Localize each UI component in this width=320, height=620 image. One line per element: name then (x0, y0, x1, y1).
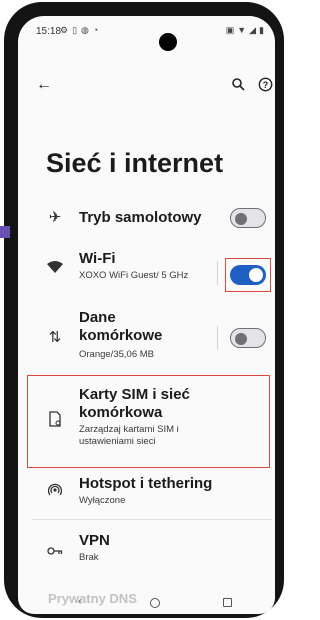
data-arrows-icon: ⇅ (48, 329, 62, 346)
alarm-icon: ◔ (92, 25, 103, 35)
mobile-data-row[interactable]: ⇅ Dane komórkowe Orange/35,06 MB (18, 306, 275, 370)
hotspot-subtitle: Wyłączone (79, 495, 126, 506)
wifi-subtitle: XOXO WiFi Guest/ 5 GHz (79, 270, 189, 281)
status-icons-left: ⚙▯◍◔ (60, 25, 102, 36)
sim-row[interactable]: Karty SIM i sieć komórkowa Zarządzaj kar… (18, 374, 275, 468)
vpn-subtitle: Brak (79, 552, 99, 563)
airplane-icon: ✈ (48, 209, 62, 226)
sim-subtitle: Zarządzaj kartami SIM i ustawieniami sie… (79, 424, 179, 447)
vibrate-icon: ▣ (225, 25, 238, 35)
page-title: Sieć i internet (46, 148, 224, 178)
page-accent-bar (0, 226, 10, 238)
mobile-data-divider (217, 326, 218, 350)
status-icons-right: ▣▼◢▮ (226, 25, 267, 36)
airplane-mode-title: Tryb samolotowy (79, 209, 202, 226)
signal-icon: ◢ (249, 25, 260, 35)
wifi-divider (217, 261, 218, 285)
wifi-row[interactable]: Wi-Fi XOXO WiFi Guest/ 5 GHz (18, 240, 275, 304)
mobile-data-toggle[interactable] (230, 328, 266, 348)
nav-recents-icon[interactable] (223, 598, 232, 607)
mobile-data-title: Dane komórkowe (79, 309, 163, 344)
nav-home-icon[interactable] (150, 598, 160, 608)
wifi-toggle[interactable] (230, 265, 266, 285)
vpn-key-icon (44, 543, 66, 560)
wifi-title: Wi-Fi (79, 250, 116, 267)
mobile-data-subtitle: Orange/35,06 MB (79, 349, 154, 360)
nav-back-icon[interactable]: ‹ (78, 596, 81, 607)
sim-title: Karty SIM i sieć komórkowa (79, 386, 190, 421)
vpn-title: VPN (79, 532, 110, 549)
settings-icon: ⚙ (60, 25, 73, 35)
wifi-icon: ▼ (237, 25, 250, 35)
arrow-left-icon[interactable]: ← (36, 76, 52, 94)
section-divider (32, 519, 272, 520)
search-icon[interactable] (232, 78, 245, 96)
camera-cutout (159, 33, 177, 51)
sim-card-icon (44, 411, 66, 431)
help-icon[interactable]: ? (258, 77, 273, 97)
phone-frame: 15:18 ⚙▯◍◔ ▣▼◢▮ ← ? Sieć i internet ✈ Tr… (4, 2, 284, 618)
navigation-bar: ‹ (18, 596, 275, 614)
wifi-icon (44, 260, 66, 277)
status-bar: 15:18 ⚙▯◍◔ ▣▼◢▮ (18, 16, 275, 44)
hotspot-icon (44, 483, 66, 501)
hotspot-row[interactable]: Hotspot i tethering Wyłączone (18, 468, 275, 514)
vpn-row[interactable]: VPN Brak (18, 524, 275, 576)
hotspot-title: Hotspot i tethering (79, 475, 213, 492)
shield-icon: ◍ (81, 25, 93, 35)
battery-icon: ▮ (259, 25, 267, 35)
airplane-mode-row[interactable]: ✈ Tryb samolotowy (18, 196, 275, 240)
svg-text:?: ? (263, 80, 269, 90)
sim-icon: ▯ (72, 25, 82, 35)
status-time: 15:18 (36, 26, 62, 37)
screen: 15:18 ⚙▯◍◔ ▣▼◢▮ ← ? Sieć i internet ✈ Tr… (18, 16, 275, 614)
airplane-mode-toggle[interactable] (230, 208, 266, 228)
